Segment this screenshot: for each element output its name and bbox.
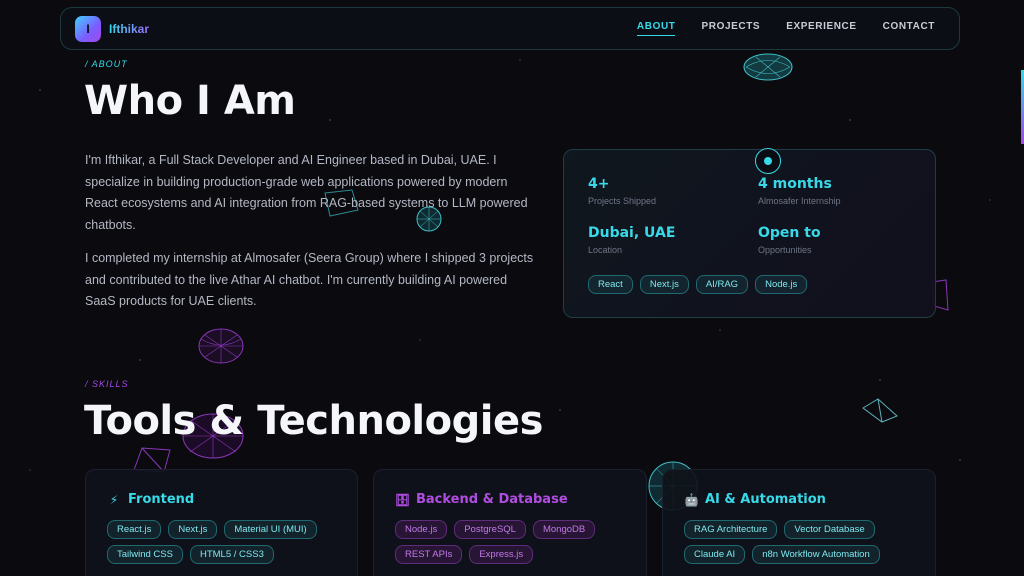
logo-initial: I [86, 21, 90, 36]
tech-tag: React [588, 275, 633, 294]
skill-card-header: 🤖 AI & Automation [684, 492, 914, 507]
skill-tag: Node.js [395, 520, 448, 539]
skill-tag: Next.js [168, 520, 218, 539]
logo-mark[interactable]: I [75, 15, 101, 42]
top-navbar: I Ifthikar ABOUT PROJECTS EXPERIENCE CON… [60, 7, 960, 50]
nav-link-experience[interactable]: EXPERIENCE [786, 21, 856, 36]
skill-tag: Vector Database [784, 520, 875, 539]
skill-tag-list: Node.js PostgreSQL MongoDB REST APIs Exp… [395, 520, 625, 564]
stat-value: Open to [758, 225, 821, 241]
stat-value: 4+ [588, 176, 610, 192]
skill-card-title: Frontend [128, 492, 195, 507]
skill-card-backend: 🗄 Backend & Database Node.js PostgreSQL … [373, 469, 647, 576]
about-section-label: / ABOUT [85, 59, 128, 69]
about-title: Who I Am [84, 78, 296, 124]
stat-caption: Location [588, 245, 623, 255]
skill-tag: Tailwind CSS [107, 545, 183, 564]
purple-wireframe-sphere-icon [198, 328, 244, 364]
stat-availability: Open to Opportunities [758, 225, 821, 255]
nav-link-about[interactable]: ABOUT [636, 21, 676, 36]
skills-section-label: / SKILLS [85, 379, 129, 389]
tech-tag: AI/RAG [695, 275, 749, 294]
skill-card-title: AI & Automation [705, 492, 826, 507]
skill-tag: HTML5 / CSS3 [189, 545, 274, 564]
card-status-dot-icon [755, 148, 781, 174]
tech-tag: Next.js [639, 275, 689, 294]
nav-link-projects[interactable]: PROJECTS [701, 21, 760, 36]
skill-tag: PostgreSQL [454, 520, 526, 539]
about-bio-paragraph-1: I'm Ifthikar, a Full Stack Developer and… [85, 153, 528, 232]
skill-card-header: 🗄 Backend & Database [395, 492, 625, 507]
teal-wireframe-blob-icon [743, 53, 793, 81]
skill-card-ai: 🤖 AI & Automation RAG Architecture Vecto… [662, 469, 936, 576]
skill-tag: REST APIs [395, 545, 463, 564]
stat-value: Dubai, UAE [588, 225, 676, 241]
stat-value: 4 months [758, 176, 832, 192]
stat-location: Dubai, UAE Location [588, 225, 675, 255]
teal-wireframe-diamond-icon [862, 398, 898, 423]
database-icon: 🗄 [395, 492, 411, 507]
skills-title: Tools & Technologies [84, 398, 543, 444]
stat-caption: Opportunities [758, 245, 812, 255]
robot-icon: 🤖 [684, 492, 699, 507]
skill-tag: Express.js [469, 545, 534, 564]
skill-card-title: Backend & Database [416, 492, 568, 507]
about-bio-paragraph-2: I completed my internship at Almosafer (… [85, 251, 534, 308]
logo-name[interactable]: Ifthikar [109, 22, 149, 36]
stat-tag-list: React Next.js AI/RAG Node.js [588, 275, 808, 294]
skill-tag-list: React.js Next.js Material UI (MUI) Tailw… [107, 520, 336, 564]
nav-links: ABOUT PROJECTS EXPERIENCE CONTACT [636, 21, 945, 36]
skill-tag: React.js [107, 520, 162, 539]
skill-tag: n8n Workflow Automation [752, 545, 880, 564]
stat-internship: 4 months Almosafer Internship [758, 176, 841, 206]
lightning-icon: ⚡ [109, 492, 119, 507]
nav-link-contact[interactable]: CONTACT [883, 21, 935, 36]
skill-tag: MongoDB [532, 520, 596, 539]
skill-tag-list: RAG Architecture Vector Database Claude … [684, 520, 914, 564]
tech-tag: Node.js [755, 275, 808, 294]
skill-card-header: ⚡ Frontend [107, 492, 336, 507]
stat-projects: 4+ Projects Shipped [588, 176, 656, 206]
skill-tag: Claude AI [684, 545, 746, 564]
skill-tag: RAG Architecture [684, 520, 778, 539]
stats-card: 4+ Projects Shipped 4 months Almosafer I… [563, 148, 936, 318]
skill-tag: Material UI (MUI) [224, 520, 317, 539]
stat-caption: Projects Shipped [588, 196, 657, 206]
stat-caption: Almosafer Internship [758, 196, 841, 206]
skill-card-frontend: ⚡ Frontend React.js Next.js Material UI … [85, 469, 358, 576]
